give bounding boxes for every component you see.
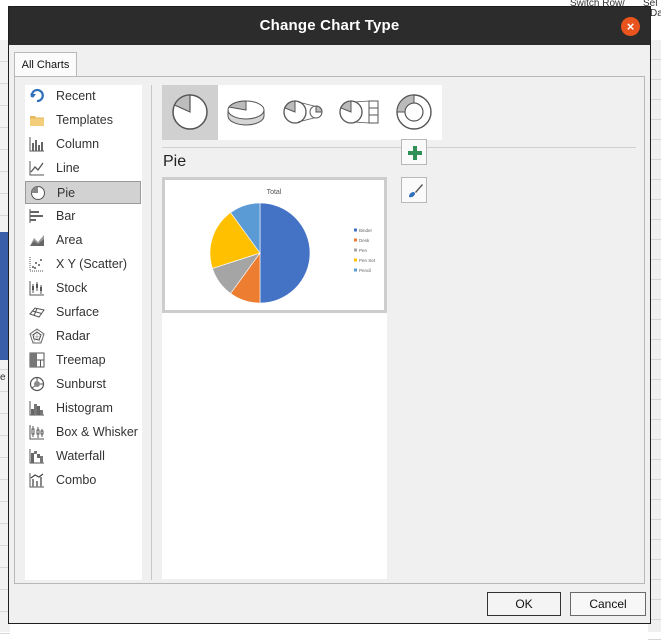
chart-type-label: X Y (Scatter) xyxy=(56,257,128,271)
dialog-title: Change Chart Type xyxy=(259,17,400,34)
chart-styles-button[interactable] xyxy=(401,177,427,203)
chart-type-label: Templates xyxy=(56,113,113,127)
chart-type-combo[interactable]: Combo xyxy=(25,469,141,492)
chart-type-label: Stock xyxy=(56,281,88,295)
legend-swatch xyxy=(354,228,357,232)
chart-type-list: Recent Templates Column Line Pie Bar Area X Y (… xyxy=(25,85,142,580)
chart-type-label: Pie xyxy=(57,186,76,200)
chart-type-bar[interactable]: Bar xyxy=(25,205,141,228)
chart-type-label: Waterfall xyxy=(56,449,105,463)
sunburst-chart-icon xyxy=(29,376,45,392)
chart-type-pie[interactable]: Pie xyxy=(25,181,141,204)
add-chart-element-button[interactable] xyxy=(401,139,427,165)
bar-of-pie-icon xyxy=(339,100,379,124)
legend-swatch xyxy=(354,238,357,242)
pie-slice-binder xyxy=(259,202,311,304)
cancel-button[interactable]: Cancel xyxy=(570,592,646,616)
change-chart-type-dialog: Change Chart Type × All Charts Recent Tem… xyxy=(8,6,651,624)
chart-subtype-title: Pie xyxy=(163,153,187,170)
chart-type-label: Column xyxy=(56,137,100,151)
chart-type-label: Bar xyxy=(56,209,76,223)
doughnut-icon xyxy=(396,94,432,130)
folder-icon xyxy=(30,116,44,126)
chart-type-sunburst[interactable]: Sunburst xyxy=(25,373,141,396)
chart-type-label: Treemap xyxy=(56,353,106,367)
subtype-3d-pie-button[interactable] xyxy=(218,85,274,140)
pie-chart-icon xyxy=(31,186,45,200)
chart-type-area[interactable]: Area xyxy=(25,229,141,252)
combo-chart-icon xyxy=(29,473,44,488)
chart-type-radar[interactable]: Radar xyxy=(25,325,141,348)
column-chart-icon xyxy=(29,137,44,152)
radar-chart-icon xyxy=(29,328,45,344)
all-charts-panel: Recent Templates Column Line Pie Bar Area X Y (… xyxy=(14,76,645,584)
chart-type-label: Surface xyxy=(56,305,100,319)
chart-type-waterfall[interactable]: Waterfall xyxy=(25,445,141,468)
waterfall-chart-icon xyxy=(29,449,44,464)
subtype-pie-of-pie-button[interactable] xyxy=(274,85,330,140)
area-chart-icon xyxy=(30,235,44,246)
background-text-e: e xyxy=(0,372,6,383)
pie-icon xyxy=(172,94,208,130)
legend-label: Desk xyxy=(359,238,370,243)
chart-type-column[interactable]: Column xyxy=(25,133,141,156)
chart-type-recent[interactable]: Recent xyxy=(25,85,141,108)
legend-label: Pen Set xyxy=(359,258,376,263)
chart-type-label: Radar xyxy=(56,329,91,343)
chart-type-surface[interactable]: Surface xyxy=(25,301,141,324)
background-text-da: Da xyxy=(650,8,661,19)
chart-type-templates[interactable]: Templates xyxy=(25,109,141,132)
chart-type-treemap[interactable]: Treemap xyxy=(25,349,141,372)
box-whisker-chart-icon xyxy=(29,425,44,440)
legend-swatch xyxy=(354,268,357,272)
ok-button[interactable]: OK xyxy=(487,592,561,616)
chart-type-label: Combo xyxy=(56,473,97,487)
chart-type-label: Area xyxy=(56,233,83,247)
line-chart-icon xyxy=(29,161,44,176)
subtype-doughnut-button[interactable] xyxy=(386,85,442,140)
scatter-chart-icon xyxy=(29,257,44,272)
tab-all-charts[interactable]: All Charts xyxy=(14,52,77,77)
recent-icon xyxy=(30,88,44,103)
chart-title: Total xyxy=(267,189,282,196)
chart-preview-area: Total Binder Desk Pen Pen Set Pencil xyxy=(162,177,387,579)
subtype-divider xyxy=(162,147,636,148)
surface-chart-icon xyxy=(29,307,45,318)
stock-chart-icon xyxy=(29,281,44,296)
chart-type-stock[interactable]: Stock xyxy=(25,277,141,300)
legend-label: Pencil xyxy=(359,268,371,273)
pie-chart-preview: Total Binder Desk Pen Pen Set Pencil xyxy=(209,189,376,304)
chart-type-label: Histogram xyxy=(56,401,113,415)
add-element-icon xyxy=(408,146,422,160)
chart-preview[interactable]: Total Binder Desk Pen Pen Set Pencil xyxy=(162,177,387,313)
legend-label: Pen xyxy=(359,248,368,253)
chart-type-label: Box & Whisker xyxy=(56,425,138,439)
subtype-bar-of-pie-button[interactable] xyxy=(330,85,386,140)
pie-of-pie-icon xyxy=(283,100,323,124)
chart-type-label: Recent xyxy=(56,89,96,103)
chart-type-x-y-scatter[interactable]: X Y (Scatter) xyxy=(25,253,141,276)
chart-type-label: Line xyxy=(56,161,80,175)
3d-pie-icon xyxy=(227,100,265,126)
style-brush-icon xyxy=(409,184,423,198)
legend-label: Binder xyxy=(359,228,373,233)
chart-type-histogram[interactable]: Histogram xyxy=(25,397,141,420)
treemap-chart-icon xyxy=(29,352,45,368)
chart-type-box-whisker[interactable]: Box & Whisker xyxy=(25,421,141,444)
pie-subtype-bar xyxy=(162,85,442,140)
legend-swatch xyxy=(354,258,357,262)
legend-swatch xyxy=(354,248,357,252)
chart-type-label: Sunburst xyxy=(56,377,107,391)
histogram-chart-icon xyxy=(29,401,44,416)
list-divider xyxy=(151,85,152,580)
close-icon[interactable]: × xyxy=(621,17,640,36)
subtype-pie-button[interactable] xyxy=(162,85,218,140)
dialog-title-bar[interactable]: Change Chart Type × xyxy=(9,7,650,45)
bar-chart-icon xyxy=(29,209,43,223)
chart-type-line[interactable]: Line xyxy=(25,157,141,180)
